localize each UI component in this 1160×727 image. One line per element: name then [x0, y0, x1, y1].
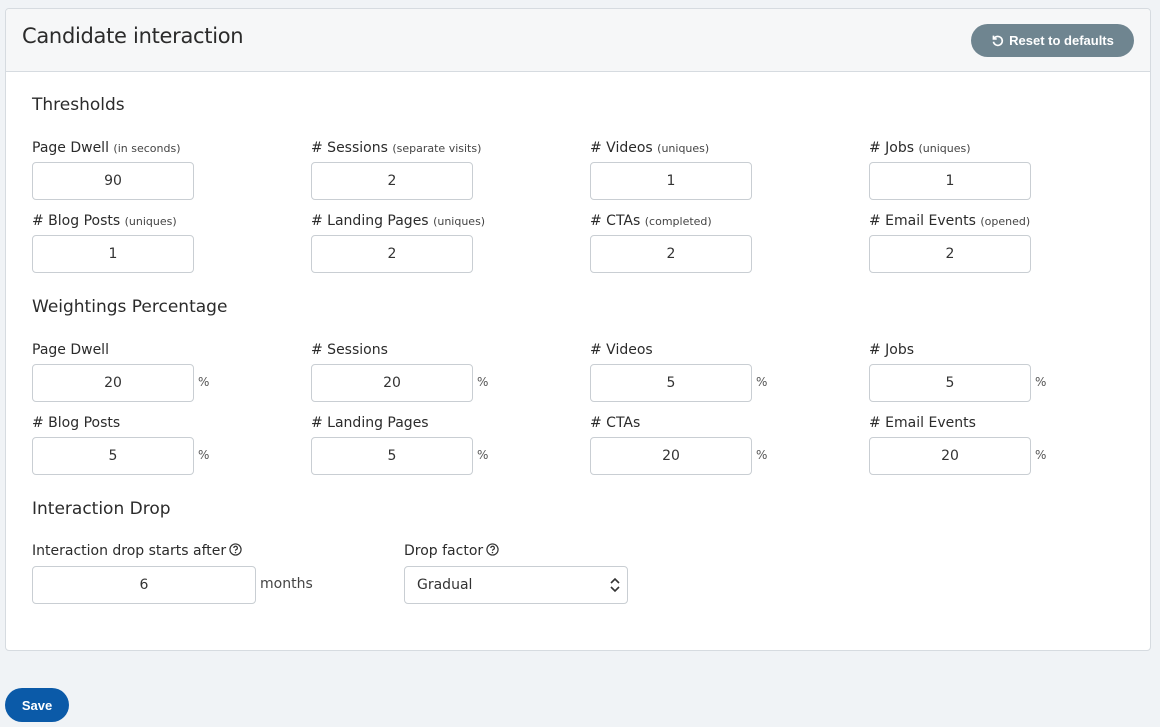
weighting-jobs-input[interactable]: [869, 364, 1031, 402]
percent-sign: %: [198, 375, 210, 389]
save-button[interactable]: Save: [5, 688, 69, 722]
help-icon[interactable]: [486, 543, 499, 556]
percent-sign: %: [1035, 375, 1047, 389]
threshold-blog-posts-input[interactable]: [32, 235, 194, 273]
threshold-videos-input[interactable]: [590, 162, 752, 200]
percent-sign: %: [756, 448, 768, 462]
weighting-blog-posts-input[interactable]: [32, 437, 194, 475]
threshold-label-email-events: # Email Events (opened): [869, 213, 1031, 229]
drop-starts-input[interactable]: [32, 566, 256, 604]
threshold-label-ctas: # CTAs (completed): [590, 213, 712, 229]
threshold-jobs-input[interactable]: [869, 162, 1031, 200]
threshold-label-page-dwell: Page Dwell (in seconds): [32, 140, 181, 156]
weighting-landing-pages-input[interactable]: [311, 437, 473, 475]
threshold-page-dwell-input[interactable]: [32, 162, 194, 200]
weighting-label-landing-pages: # Landing Pages: [311, 415, 429, 431]
drop-starts-label: Interaction drop starts after: [32, 543, 242, 559]
drop-factor-select[interactable]: Gradual: [404, 566, 628, 604]
weighting-label-videos: # Videos: [590, 342, 653, 358]
page-title: Candidate interaction: [22, 24, 244, 48]
threshold-label-sessions: # Sessions (separate visits): [311, 140, 482, 156]
weighting-page-dwell-input[interactable]: [32, 364, 194, 402]
weighting-sessions-input[interactable]: [311, 364, 473, 402]
weighting-label-sessions: # Sessions: [311, 342, 388, 358]
reset-to-defaults-button[interactable]: Reset to defaults: [971, 24, 1134, 57]
weighting-email-events-input[interactable]: [869, 437, 1031, 475]
weighting-label-blog-posts: # Blog Posts: [32, 415, 121, 431]
interaction-drop-title: Interaction Drop: [32, 499, 171, 519]
months-unit: months: [260, 576, 313, 592]
weighting-videos-input[interactable]: [590, 364, 752, 402]
weighting-label-ctas: # CTAs: [590, 415, 641, 431]
thresholds-title: Thresholds: [32, 95, 125, 115]
percent-sign: %: [477, 448, 489, 462]
threshold-sessions-input[interactable]: [311, 162, 473, 200]
weighting-label-email-events: # Email Events: [869, 415, 976, 431]
panel-header: Candidate interaction Reset to defaults: [6, 9, 1150, 72]
drop-factor-value: Gradual: [417, 577, 473, 593]
threshold-ctas-input[interactable]: [590, 235, 752, 273]
threshold-label-videos: # Videos (uniques): [590, 140, 710, 156]
weightings-title: Weightings Percentage: [32, 297, 228, 317]
weighting-label-page-dwell: Page Dwell: [32, 342, 109, 358]
threshold-label-blog-posts: # Blog Posts (uniques): [32, 213, 177, 229]
weighting-label-jobs: # Jobs: [869, 342, 915, 358]
percent-sign: %: [198, 448, 210, 462]
threshold-label-landing-pages: # Landing Pages (uniques): [311, 213, 486, 229]
threshold-landing-pages-input[interactable]: [311, 235, 473, 273]
reset-label: Reset to defaults: [1009, 33, 1114, 48]
undo-icon: [992, 35, 1004, 47]
help-icon[interactable]: [229, 543, 242, 556]
percent-sign: %: [477, 375, 489, 389]
select-chevron-icon: [610, 577, 620, 593]
threshold-label-jobs: # Jobs (uniques): [869, 140, 971, 156]
drop-factor-label: Drop factor: [404, 543, 499, 559]
candidate-interaction-panel: Candidate interaction Reset to defaults …: [5, 8, 1151, 651]
percent-sign: %: [1035, 448, 1047, 462]
percent-sign: %: [756, 375, 768, 389]
threshold-email-events-input[interactable]: [869, 235, 1031, 273]
weighting-ctas-input[interactable]: [590, 437, 752, 475]
